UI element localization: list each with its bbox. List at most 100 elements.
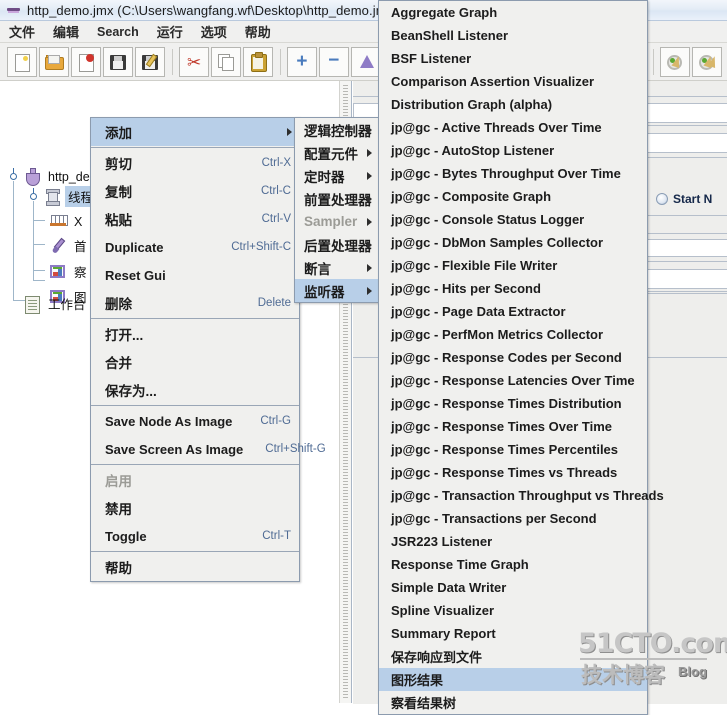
listener-jpgc-flexible-file-writer[interactable]: jp@gc - Flexible File Writer	[379, 254, 647, 277]
add-submenu-post-processor[interactable]: 后置处理器	[295, 233, 379, 256]
context-menu-open[interactable]: 打开...	[91, 320, 299, 348]
context-menu-cut[interactable]: 剪切 Ctrl-X	[91, 149, 299, 177]
tree-node-http-request[interactable]: X	[48, 211, 85, 232]
paste-button[interactable]	[243, 46, 273, 77]
close-button[interactable]	[71, 46, 101, 77]
add-submenu-sampler[interactable]: Sampler	[295, 210, 379, 233]
context-menu-duplicate[interactable]: Duplicate Ctrl+Shift-C	[91, 233, 299, 261]
copy-button[interactable]	[211, 46, 241, 77]
context-menu-enable[interactable]: 启用	[91, 466, 299, 494]
listener-bsf-listener[interactable]: BSF Listener	[379, 47, 647, 70]
add-submenu-listener[interactable]: 监听器	[295, 279, 379, 302]
submenu-arrow-icon	[367, 194, 372, 203]
collapse-button[interactable]: −	[319, 46, 349, 77]
listener-spline-visualizer[interactable]: Spline Visualizer	[379, 599, 647, 622]
cut-button[interactable]: ✂	[179, 46, 209, 77]
toolbar-separator-2	[274, 47, 286, 77]
context-menu-save-screen-as-image-accelerator: Ctrl+Shift-G	[265, 443, 326, 455]
listener-jpgc-transaction-throughput-vs-threads[interactable]: jp@gc - Transaction Throughput vs Thread…	[379, 484, 664, 507]
clear-button[interactable]	[660, 46, 690, 77]
listener-jpgc-response-times-percentiles[interactable]: jp@gc - Response Times Percentiles	[379, 438, 647, 461]
listener-jpgc-dbmon-samples-collector[interactable]: jp@gc - DbMon Samples Collector	[379, 231, 647, 254]
tree-expand-handle-test-plan[interactable]	[9, 168, 18, 181]
context-menu-help[interactable]: 帮助	[91, 553, 299, 581]
listener-aggregate-graph[interactable]: Aggregate Graph	[379, 1, 647, 24]
listener-jpgc-page-data-extractor[interactable]: jp@gc - Page Data Extractor	[379, 300, 647, 323]
listener-summary-report[interactable]: Summary Report	[379, 622, 647, 645]
open-button[interactable]	[39, 46, 69, 77]
add-submenu-assertion-label: 断言	[304, 261, 331, 277]
context-menu-delete[interactable]: 删除 Delete	[91, 289, 299, 317]
add-submenu-logic-controller-label: 逻辑控制器	[304, 123, 372, 139]
listener-simple-data-writer[interactable]: Simple Data Writer	[379, 576, 647, 599]
listener-submenu[interactable]: Aggregate Graph BeanShell Listener BSF Lis…	[378, 0, 664, 715]
start-next-radio[interactable]	[656, 193, 668, 205]
listener-jpgc-response-times-over-time[interactable]: jp@gc - Response Times Over Time	[379, 415, 647, 438]
listener-save-responses-to-file[interactable]: 保存响应到文件	[379, 645, 647, 668]
listener-jsr223-listener[interactable]: JSR223 Listener	[379, 530, 647, 553]
context-menu-enable-label: 启用	[105, 474, 132, 489]
tree-expand-handle-thread-group[interactable]	[29, 188, 38, 201]
scissors-icon: ✂	[187, 52, 202, 72]
save-button[interactable]	[103, 46, 133, 77]
tree-node-regex-extractor[interactable]: 首	[48, 235, 90, 256]
listener-jpgc-autostop-listener[interactable]: jp@gc - AutoStop Listener	[379, 139, 647, 162]
add-submenu[interactable]: 逻辑控制器配置元件 定时器 前置处理器 Sampler 后置处理器断言监听器	[294, 117, 380, 303]
context-menu-reset-gui[interactable]: Reset Gui	[91, 261, 299, 289]
listener-jpgc-perfmon-metrics-collector[interactable]: jp@gc - PerfMon Metrics Collector	[379, 323, 647, 346]
context-menu-add[interactable]: 添加	[91, 118, 299, 146]
context-menu-paste-label: 粘贴	[105, 213, 132, 228]
listener-jpgc-response-codes-per-second[interactable]: jp@gc - Response Codes per Second	[379, 346, 647, 369]
plus-icon: +	[296, 50, 308, 72]
tree-context-menu[interactable]: 添加剪切 Ctrl-X 复制 Ctrl-C 粘贴 Ctrl-V Duplicate Ctrl+…	[90, 117, 326, 582]
listener-jpgc-response-latencies-over-time[interactable]: jp@gc - Response Latencies Over Time	[379, 369, 647, 392]
add-submenu-config-element[interactable]: 配置元件	[295, 141, 379, 164]
listener-jpgc-response-times-vs-threads[interactable]: jp@gc - Response Times vs Threads	[379, 461, 647, 484]
tree-node-workbench[interactable]: 工作台	[22, 293, 89, 314]
add-submenu-assertion[interactable]: 断言	[295, 256, 379, 279]
context-menu-disable[interactable]: 禁用	[91, 494, 299, 522]
listener-bsf-listener-label: BSF Listener	[391, 51, 472, 66]
jmeter-icon	[6, 3, 22, 17]
context-menu-paste[interactable]: 粘贴 Ctrl-V	[91, 205, 299, 233]
listener-response-time-graph[interactable]: Response Time Graph	[379, 553, 647, 576]
context-menu-toggle[interactable]: Toggle Ctrl-T	[91, 522, 299, 550]
listener-beanshell-listener-label: BeanShell Listener	[391, 28, 509, 43]
context-menu-save-screen-as-image[interactable]: Save Screen As Image Ctrl+Shift-G	[91, 435, 326, 463]
context-menu-copy[interactable]: 复制 Ctrl-C	[91, 177, 299, 205]
listener-save-responses-to-file-label: 保存响应到文件	[391, 650, 483, 665]
menubar-file[interactable]: 文件	[0, 20, 44, 43]
context-menu-separator	[91, 551, 299, 552]
listener-comparison-assertion-visualizer[interactable]: Comparison Assertion Visualizer	[379, 70, 647, 93]
add-submenu-logic-controller[interactable]: 逻辑控制器	[295, 118, 379, 141]
context-menu-separator	[91, 318, 299, 319]
listener-jpgc-active-threads-over-time[interactable]: jp@gc - Active Threads Over Time	[379, 116, 647, 139]
menubar-help[interactable]: 帮助	[236, 20, 280, 43]
listener-jpgc-transactions-per-second[interactable]: jp@gc - Transactions per Second	[379, 507, 647, 530]
menubar-search[interactable]: Search	[88, 23, 148, 41]
menubar-edit[interactable]: 编辑	[44, 20, 88, 43]
listener-distribution-graph[interactable]: Distribution Graph (alpha)	[379, 93, 647, 116]
listener-graph-results[interactable]: 图形结果	[379, 668, 647, 691]
listener-jpgc-console-status-logger[interactable]: jp@gc - Console Status Logger	[379, 208, 647, 231]
expand-button[interactable]: +	[287, 46, 317, 77]
listener-jpgc-bytes-throughput-over-time[interactable]: jp@gc - Bytes Throughput Over Time	[379, 162, 647, 185]
listener-jpgc-composite-graph[interactable]: jp@gc - Composite Graph	[379, 185, 647, 208]
clear-all-button[interactable]	[692, 46, 722, 77]
add-submenu-timer[interactable]: 定时器	[295, 164, 379, 187]
listener-jpgc-response-times-distribution[interactable]: jp@gc - Response Times Distribution	[379, 392, 647, 415]
menubar-options[interactable]: 选项	[192, 20, 236, 43]
context-menu-save-as[interactable]: 保存为...	[91, 376, 299, 404]
listener-jpgc-hits-per-second[interactable]: jp@gc - Hits per Second	[379, 277, 647, 300]
new-button[interactable]	[7, 46, 37, 77]
listener-comparison-assertion-visualizer-label: Comparison Assertion Visualizer	[391, 74, 595, 89]
menubar-run[interactable]: 运行	[148, 20, 192, 43]
listener-beanshell-listener[interactable]: BeanShell Listener	[379, 24, 647, 47]
context-menu-merge[interactable]: 合并	[91, 348, 299, 376]
add-submenu-pre-processor[interactable]: 前置处理器	[295, 187, 379, 210]
tree-node-view-results[interactable]: 察	[48, 261, 90, 282]
toggle-button[interactable]	[351, 46, 381, 77]
context-menu-save-node-as-image[interactable]: Save Node As Image Ctrl-G	[91, 407, 299, 435]
tree-node-regex-extractor-label: 首	[74, 240, 87, 254]
save-as-button[interactable]	[135, 46, 165, 77]
